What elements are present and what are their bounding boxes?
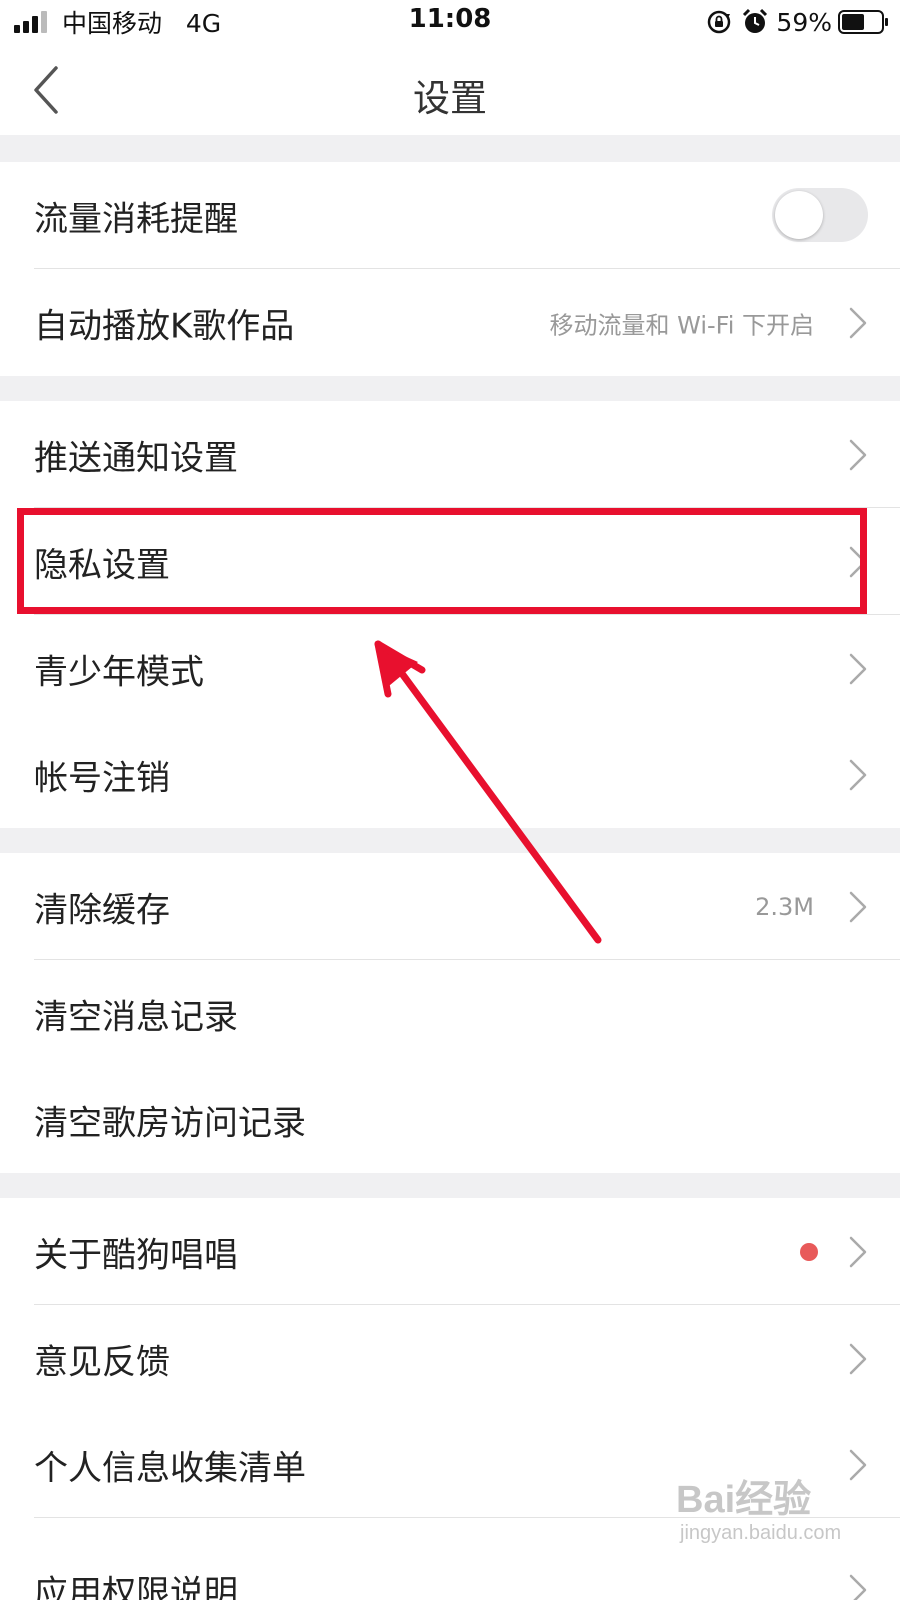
watermark-url: jingyan.baidu.com [680,1522,842,1544]
chevron-right-icon [849,1343,867,1374]
row-label: 帐号注销 [34,758,170,798]
settings-row-about[interactable]: 关于酷狗唱唱 [0,1198,900,1305]
row-label: 意见反馈 [34,1342,170,1382]
battery-percentage: 59% [776,7,832,37]
settings-row-data-usage-reminder[interactable]: 流量消耗提醒 [0,162,900,269]
row-label: 关于酷狗唱唱 [34,1235,238,1275]
new-badge-dot [800,1242,818,1261]
cache-size-value: 2.3M [755,892,814,921]
chevron-right-icon [849,891,867,922]
battery-icon [838,10,888,34]
chevron-right-icon [849,307,867,338]
settings-row-teen-mode[interactable]: 青少年模式 [0,615,900,722]
section-gap [0,1173,900,1198]
row-label: 清空消息记录 [34,997,238,1037]
chevron-right-icon [849,759,867,790]
watermark-brand: Bai经验 [676,1479,812,1521]
data-usage-toggle[interactable] [772,188,868,242]
status-bar: 中国移动 4G 11:08 59% [0,0,900,44]
row-label: 清除缓存 [34,890,170,930]
row-label: 青少年模式 [34,652,204,692]
rotation-lock-icon [708,10,731,34]
settings-row-autoplay-karaoke[interactable]: 自动播放K歌作品 移动流量和 Wi-Fi 下开启 [0,269,900,376]
settings-row-clear-messages[interactable]: 清空消息记录 [0,960,900,1067]
row-label: 应用权限说明 [34,1573,238,1600]
chevron-right-icon [849,439,867,470]
baidu-jingyan-watermark: Bai经验 jingyan.baidu.com [676,1468,876,1558]
row-label: 流量消耗提醒 [34,199,238,239]
settings-row-clear-cache[interactable]: 清除缓存 2.3M [0,853,900,960]
settings-row-clear-room-history[interactable]: 清空歌房访问记录 [0,1066,900,1173]
annotation-highlight-box [17,508,867,614]
toggle-knob [775,191,823,239]
row-label: 推送通知设置 [34,438,238,478]
row-label: 清空歌房访问记录 [34,1103,306,1143]
settings-row-feedback[interactable]: 意见反馈 [0,1305,900,1412]
row-label: 自动播放K歌作品 [34,306,295,346]
alarm-icon [743,8,768,33]
row-value: 移动流量和 Wi-Fi 下开启 [549,311,814,339]
chevron-right-icon [849,1574,867,1600]
chevron-right-icon [849,653,867,684]
section-gap [0,828,900,853]
navigation-bar: 设置 [0,44,900,135]
chevron-right-icon [849,1236,867,1267]
section-gap [0,135,900,162]
section-gap [0,376,900,401]
row-label: 个人信息收集清单 [34,1448,306,1488]
settings-row-account-deletion[interactable]: 帐号注销 [0,721,900,828]
settings-row-push-notifications[interactable]: 推送通知设置 [0,401,900,508]
page-title: 设置 [413,77,487,120]
